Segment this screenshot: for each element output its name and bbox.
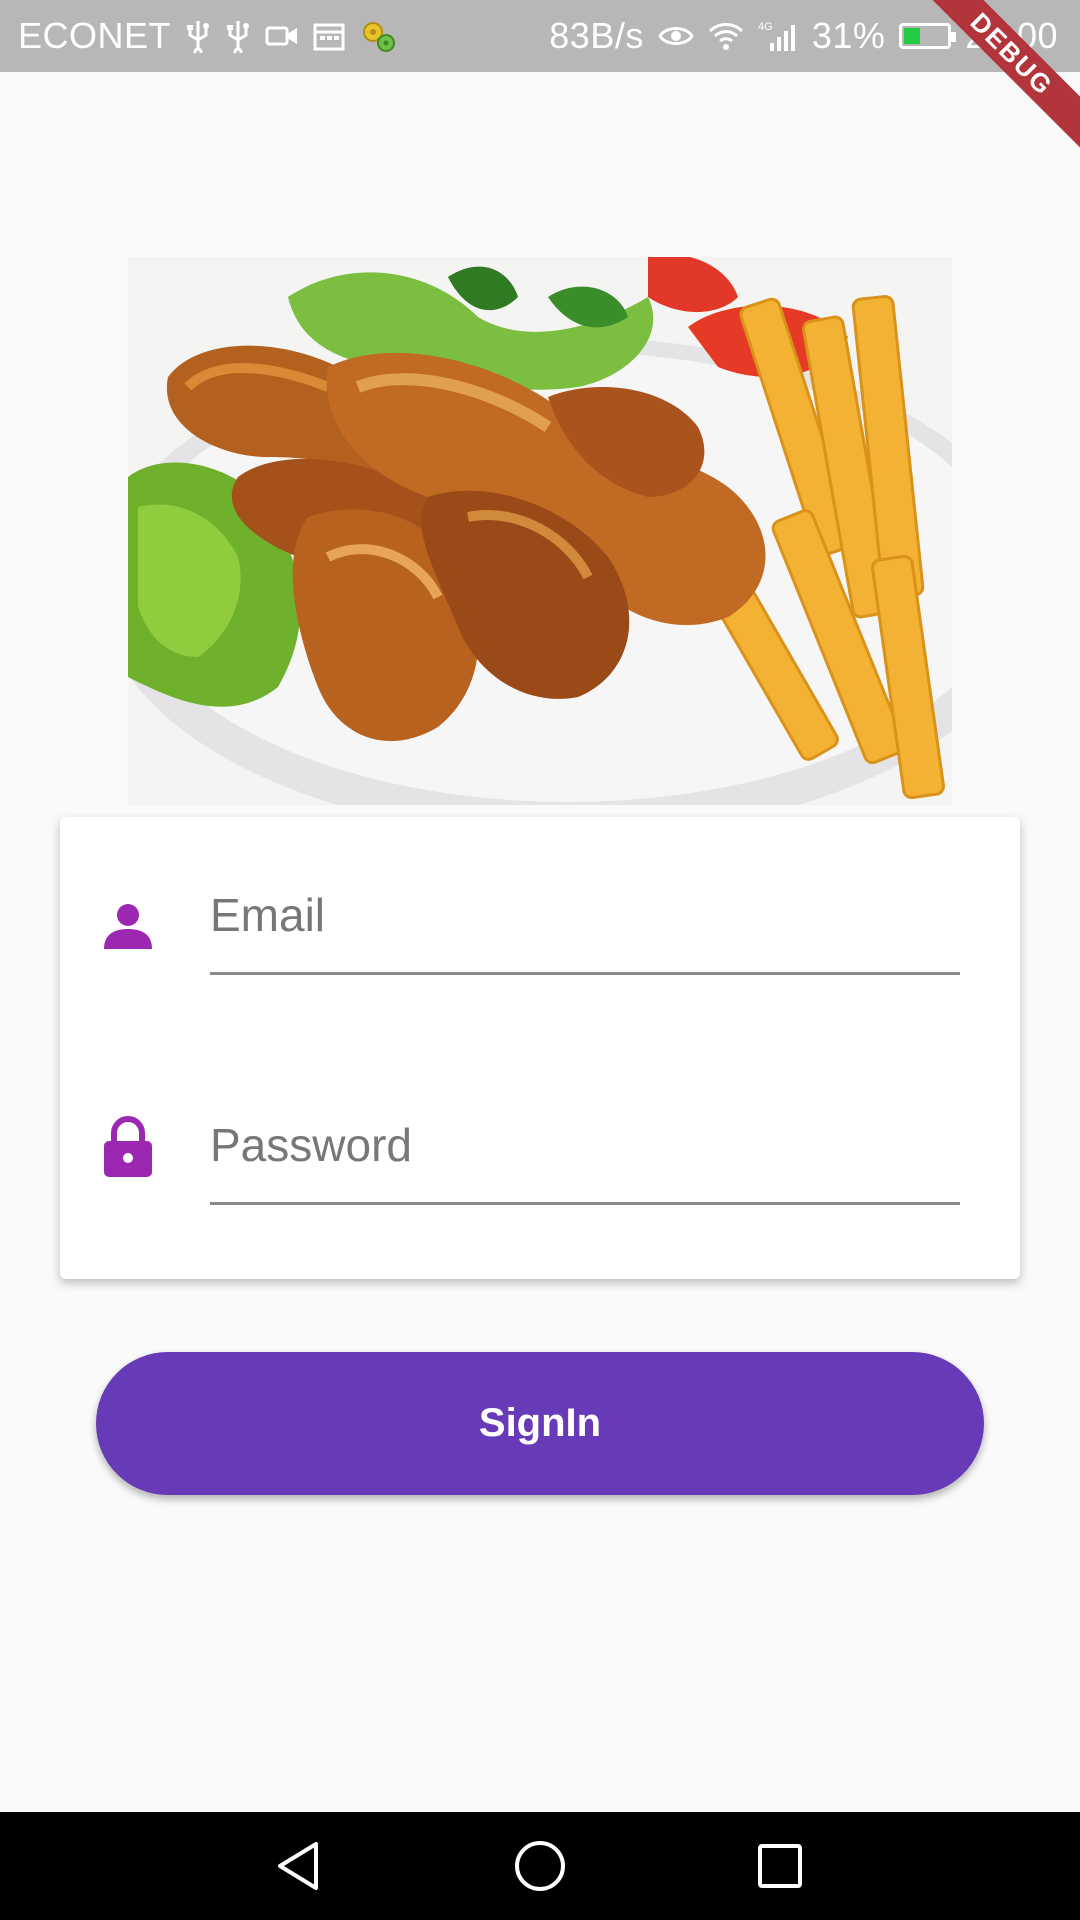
battery-charging-icon <box>899 23 957 49</box>
video-camera-icon <box>265 24 299 48</box>
network-type-label: 4G <box>758 21 773 33</box>
settings-gear-icon <box>359 18 397 54</box>
network-speed: 83B/s <box>549 15 644 56</box>
person-icon <box>102 899 154 951</box>
lock-icon <box>102 1116 154 1181</box>
calendar-icon <box>313 21 345 51</box>
status-bar-left: ECONET <box>18 15 397 57</box>
signin-button[interactable]: SignIn <box>96 1352 984 1495</box>
back-icon[interactable] <box>272 1838 328 1894</box>
battery-percent: 31% <box>811 15 886 56</box>
home-icon[interactable] <box>512 1838 568 1894</box>
email-row <box>60 857 1020 997</box>
usb-icon <box>185 19 211 53</box>
navigation-bar <box>0 1812 1080 1920</box>
eye-icon <box>658 23 694 49</box>
recent-apps-icon[interactable] <box>752 1838 808 1894</box>
carrier-name: ECONET <box>18 15 172 56</box>
cellular-signal-icon: 4G <box>758 19 798 53</box>
login-card <box>60 817 1020 1279</box>
wifi-icon <box>708 21 744 51</box>
password-input[interactable] <box>210 1087 960 1205</box>
status-bar: ECONET 83B/s 4G 31% 22:00 <box>0 0 1080 72</box>
usb-icon <box>225 19 251 53</box>
food-image <box>128 257 952 805</box>
password-row <box>60 1087 1020 1227</box>
email-input[interactable] <box>210 857 960 975</box>
